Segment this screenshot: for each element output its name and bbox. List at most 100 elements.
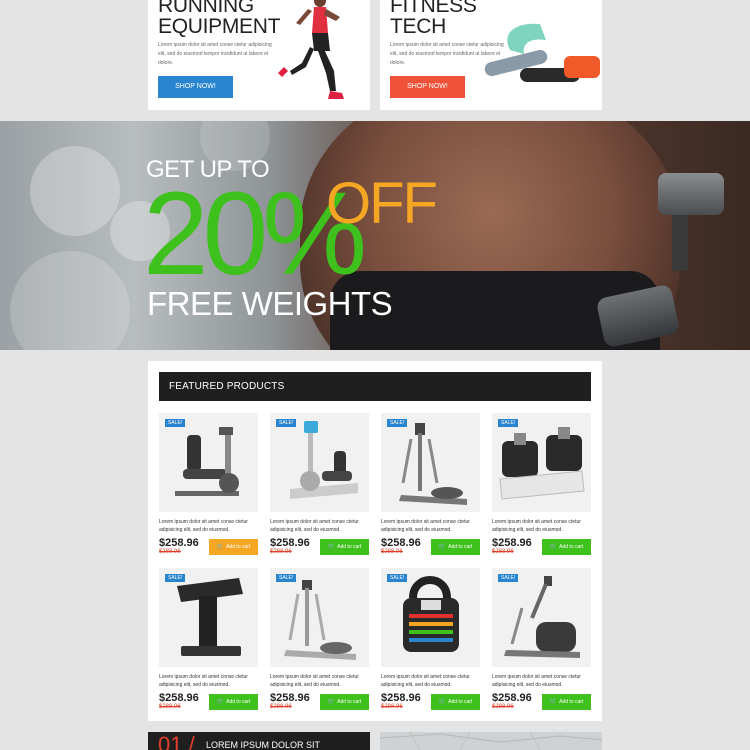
product-price: $258.96 (492, 692, 532, 704)
elliptical-icon (399, 423, 467, 505)
product-image[interactable] (381, 568, 480, 667)
product-old-price: $288.96 (492, 549, 514, 555)
product-card[interactable]: SALE! Lorem ipsum dolor sit amet conse c… (159, 413, 258, 558)
cart-icon: 🛒 (327, 699, 336, 705)
add-to-cart-button[interactable]: 🛒 Add to cart (209, 694, 258, 710)
product-description: Lorem ipsum dolor sit amet conse ctetur … (159, 674, 248, 688)
product-old-price: $288.96 (270, 704, 292, 710)
add-to-cart-button[interactable]: 🛒 Add to cart (320, 694, 369, 710)
cart-icon: 🛒 (216, 544, 225, 550)
product-card[interactable]: SALE! Lorem ipsum dolor sit amet conse c… (381, 568, 480, 713)
promo-title-line1: FITNESS (390, 0, 477, 17)
sale-badge: SALE! (276, 574, 297, 582)
product-price: $258.96 (381, 692, 421, 704)
product-old-price: $288.96 (381, 704, 403, 710)
product-card[interactable]: SALE! Lorem ipsum dolor sit amet conse c… (381, 413, 480, 558)
product-price: $258.96 (270, 692, 310, 704)
add-to-cart-button[interactable]: 🛒 Add to cart (542, 539, 591, 555)
map-icon (380, 732, 602, 750)
bokeh-light (30, 146, 120, 236)
product-card[interactable]: SALE! Lorem ipsum dolor sit amet conse c… (270, 568, 369, 713)
dumbbell-icon (658, 173, 724, 215)
product-image[interactable] (381, 413, 480, 512)
product-image[interactable] (159, 568, 258, 667)
cart-icon: 🛒 (438, 544, 447, 550)
cart-icon: 🛒 (549, 699, 558, 705)
product-old-price: $288.96 (159, 704, 181, 710)
product-description: Lorem ipsum dolor sit amet conse ctetur … (270, 519, 359, 533)
add-to-cart-label: Add to cart (226, 544, 251, 550)
recumbent-bike-icon (175, 427, 239, 496)
promo-running-equipment: RUNNING EQUIPMENT Lorem ipsum dolor sit … (148, 0, 370, 110)
product-card[interactable]: SALE! Lorem ipsum dolor sit amet conse c… (270, 413, 369, 558)
add-to-cart-button[interactable]: 🛒 Add to cart (431, 694, 480, 710)
add-to-cart-label: Add to cart (337, 544, 362, 550)
product-description: Lorem ipsum dolor sit amet conse ctetur … (159, 519, 248, 533)
product-price: $258.96 (381, 537, 421, 549)
product-image[interactable] (270, 413, 369, 512)
sale-badge: SALE! (387, 574, 408, 582)
promo-title-line2: TECH (390, 15, 446, 38)
product-description: Lorem ipsum dolor sit amet conse ctetur … (492, 674, 581, 688)
hero-banner[interactable]: GET UP TO 20% OFF FREE WEIGHTS (0, 121, 750, 350)
section-number: 01 / (158, 732, 195, 750)
hero-line3: FREE WEIGHTS (147, 285, 393, 322)
sale-badge: SALE! (276, 419, 297, 427)
product-old-price: $288.96 (159, 549, 181, 555)
product-description: Lorem ipsum dolor sit amet conse ctetur … (381, 674, 470, 688)
sale-badge: SALE! (387, 419, 408, 427)
cart-icon: 🛒 (327, 544, 336, 550)
sale-badge: SALE! (165, 574, 186, 582)
sale-badge: SALE! (498, 419, 519, 427)
product-image[interactable] (270, 568, 369, 667)
product-price: $258.96 (492, 537, 532, 549)
product-price: $258.96 (159, 692, 199, 704)
product-image[interactable] (492, 413, 591, 512)
info-block: 01 / LOREM IPSUM DOLOR SIT (148, 732, 370, 750)
add-to-cart-label: Add to cart (226, 699, 251, 705)
bokeh-light (10, 251, 130, 350)
product-description: Lorem ipsum dolor sit amet conse ctetur … (270, 674, 359, 688)
product-card[interactable]: SALE! Lorem ipsum dolor sit amet conse c… (492, 413, 591, 558)
recumbent-bike-icon (290, 421, 358, 499)
add-to-cart-button[interactable]: 🛒 Add to cart (542, 694, 591, 710)
product-image[interactable] (159, 413, 258, 512)
cart-icon: 🛒 (438, 699, 447, 705)
kettlebell-icon (403, 576, 459, 652)
dumbbells-icon (499, 427, 585, 500)
product-card[interactable]: SALE! Lorem ipsum dolor sit amet conse c… (159, 568, 258, 713)
product-old-price: $288.96 (270, 549, 292, 555)
add-to-cart-label: Add to cart (448, 699, 473, 705)
product-old-price: $288.96 (492, 704, 514, 710)
sale-badge: SALE! (498, 574, 519, 582)
add-to-cart-button[interactable]: 🛒 Add to cart (320, 539, 369, 555)
add-to-cart-button[interactable]: 🛒 Add to cart (209, 539, 258, 555)
product-description: Lorem ipsum dolor sit amet conse ctetur … (492, 519, 581, 533)
add-to-cart-button[interactable]: 🛒 Add to cart (431, 539, 480, 555)
sale-badge: SALE! (165, 419, 186, 427)
featured-heading: FEATURED PRODUCTS (159, 372, 591, 401)
add-to-cart-label: Add to cart (448, 544, 473, 550)
section-title: LOREM IPSUM DOLOR SIT (206, 740, 321, 750)
product-card[interactable]: SALE! Lorem ipsum dolor sit amet conse c… (492, 568, 591, 713)
cart-icon: 🛒 (549, 544, 558, 550)
fitness-bands-image (484, 23, 600, 82)
product-price: $258.96 (270, 537, 310, 549)
add-to-cart-label: Add to cart (559, 699, 584, 705)
runner-image (278, 0, 344, 99)
promo-fitness-tech: FITNESS TECH Lorem ipsum dolor sit amet … (380, 0, 602, 110)
product-description: Lorem ipsum dolor sit amet conse ctetur … (381, 519, 470, 533)
promo-title-line1: RUNNING (158, 0, 254, 17)
product-image[interactable] (492, 568, 591, 667)
add-to-cart-label: Add to cart (337, 699, 362, 705)
add-to-cart-label: Add to cart (559, 544, 584, 550)
shop-now-button[interactable]: SHOP NOW! (158, 76, 233, 98)
cart-icon: 🛒 (216, 699, 225, 705)
elliptical-icon (284, 580, 356, 660)
hero-off: OFF (326, 171, 438, 236)
shop-now-button[interactable]: SHOP NOW! (390, 76, 465, 98)
product-old-price: $288.96 (381, 549, 403, 555)
weight-stand-icon (177, 578, 243, 656)
map-image[interactable] (380, 732, 602, 750)
product-price: $258.96 (159, 537, 199, 549)
